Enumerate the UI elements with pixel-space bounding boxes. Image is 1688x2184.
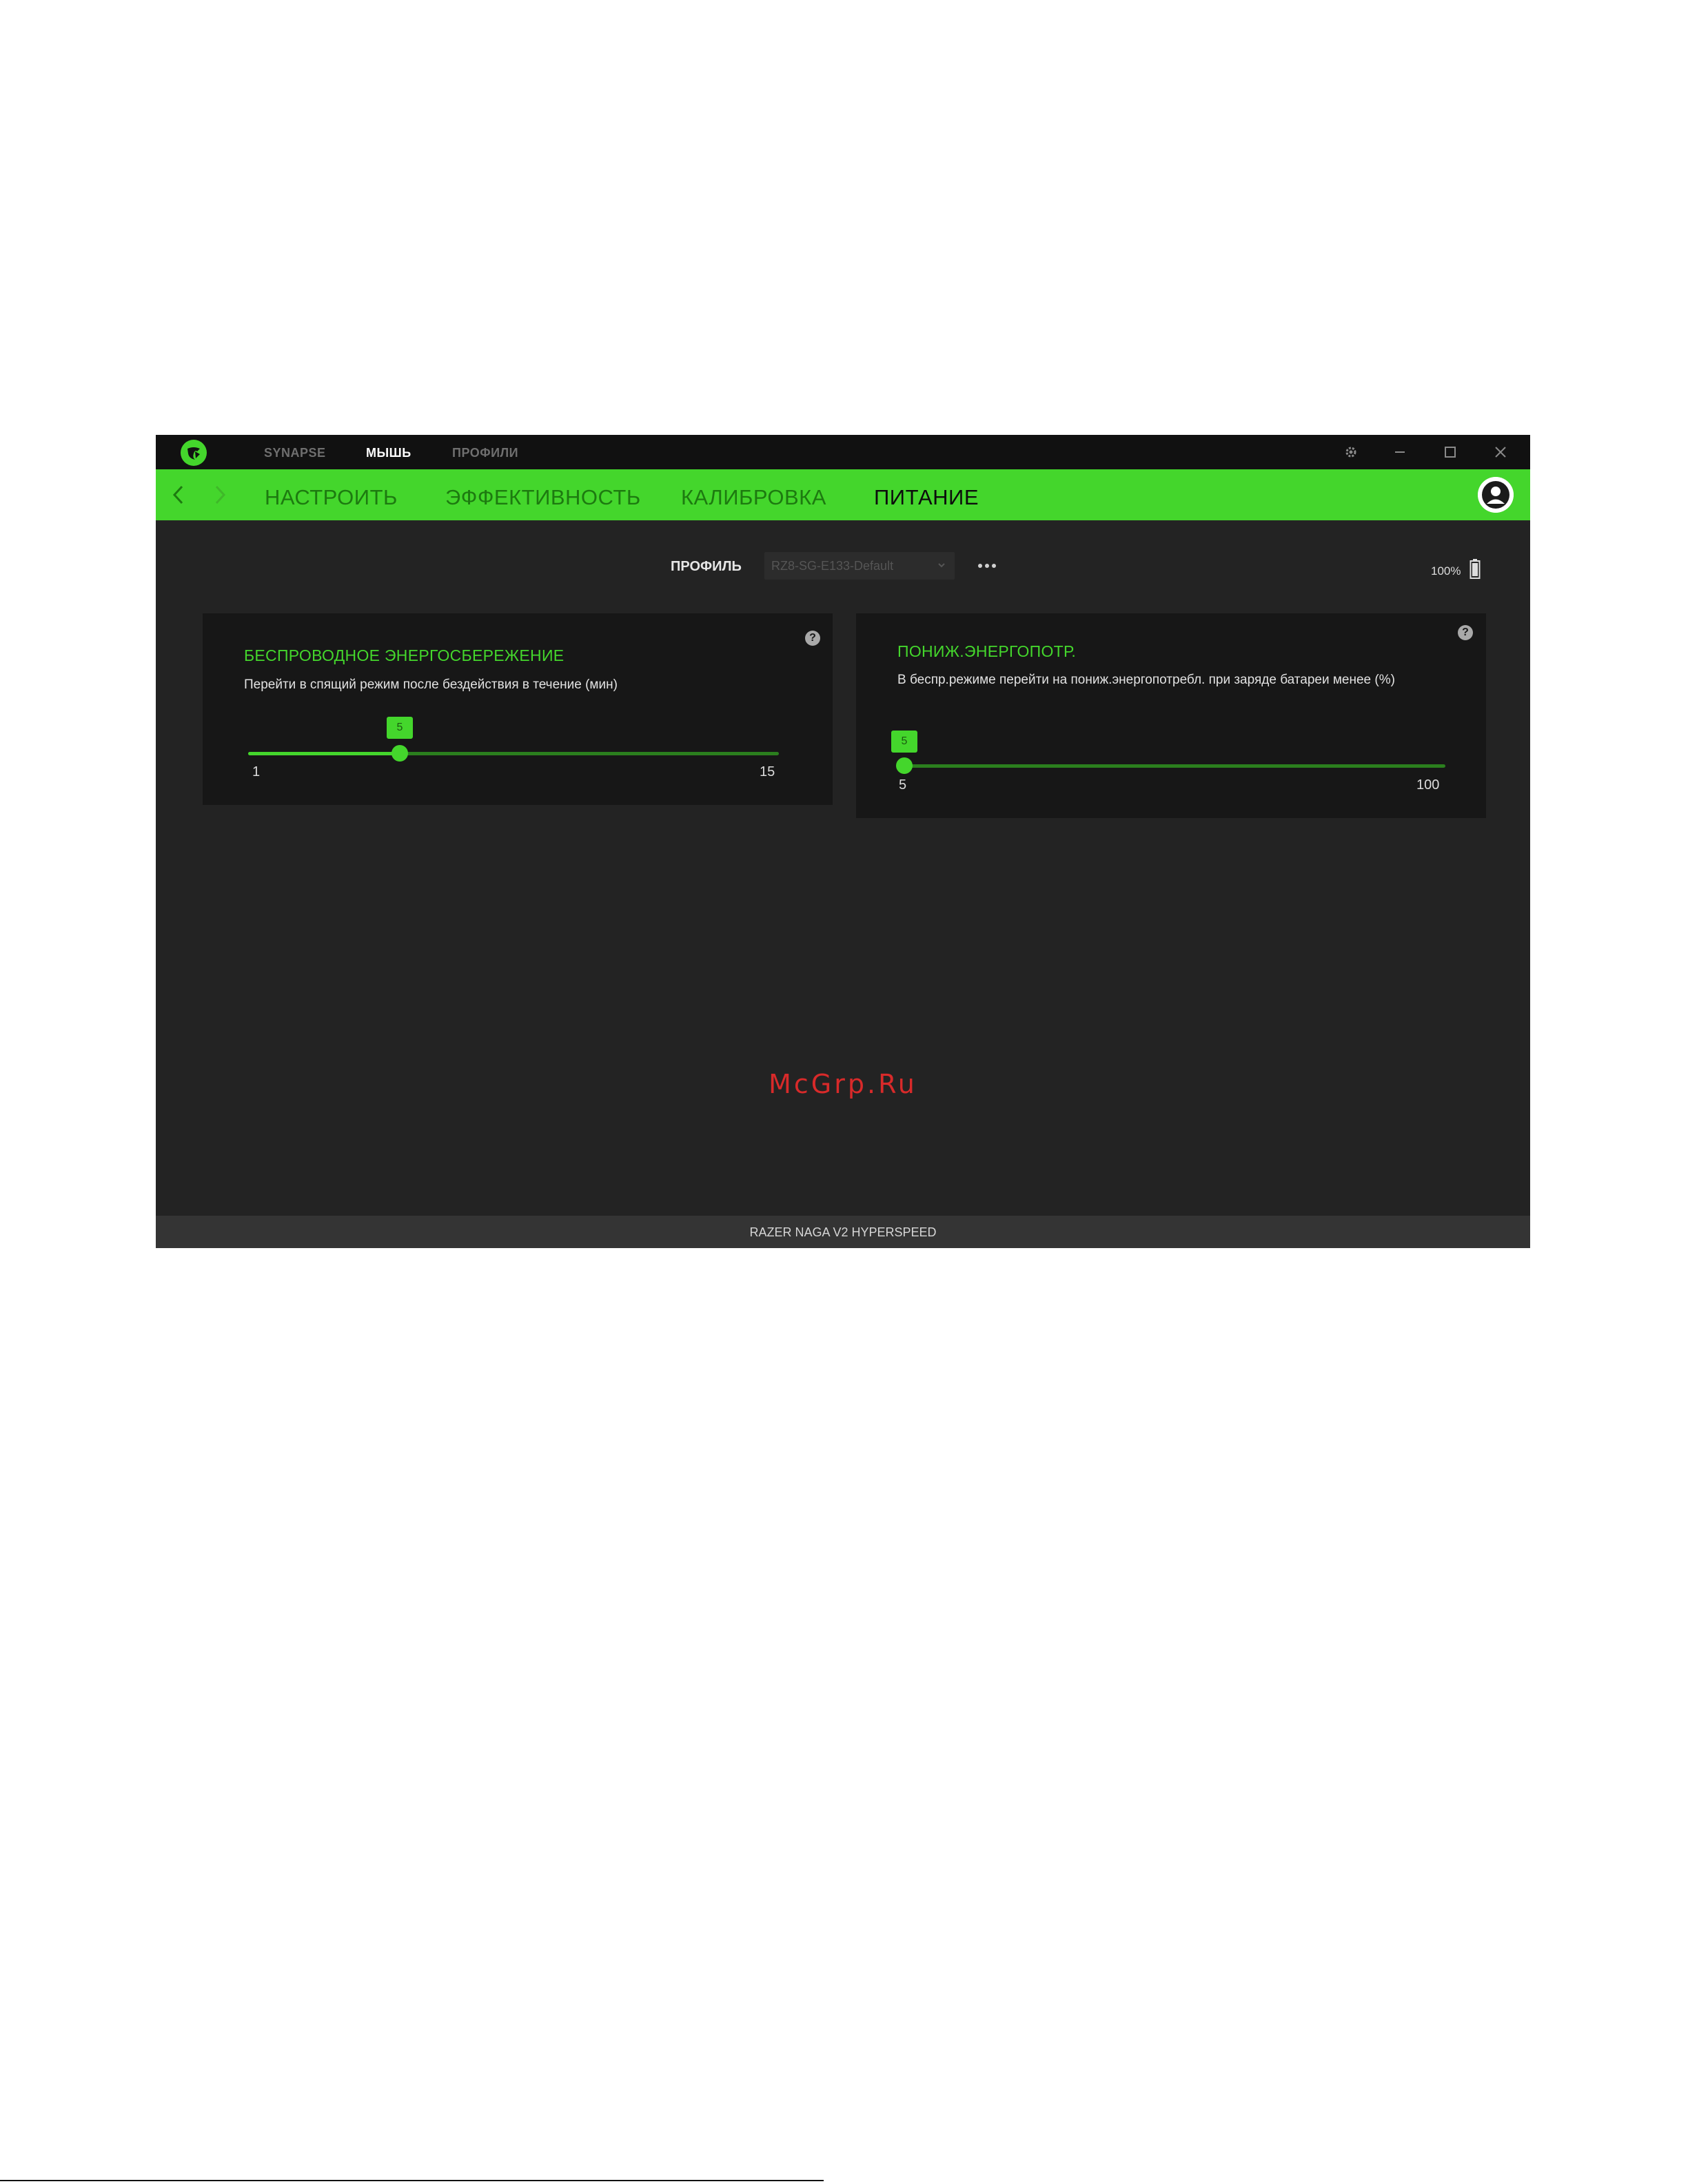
tab-performance[interactable]: ЭФФЕКТИВНОСТЬ bbox=[445, 485, 641, 510]
sleep-timer-slider[interactable] bbox=[248, 752, 779, 755]
tab-synapse[interactable]: SYNAPSE bbox=[264, 446, 326, 460]
help-icon[interactable]: ? bbox=[1458, 625, 1473, 640]
tab-customize[interactable]: НАСТРОИТЬ bbox=[265, 485, 398, 510]
low-power-mode-card: ПОНИЖ.ЭНЕРГОПОТР. ? В беспр.режиме перей… bbox=[856, 613, 1486, 818]
device-status-bar: RAZER NAGA V2 HYPERSPEED bbox=[156, 1216, 1530, 1248]
profile-dropdown[interactable]: RZ8-SG-E133-Default bbox=[764, 552, 955, 580]
device-name: RAZER NAGA V2 HYPERSPEED bbox=[749, 1225, 937, 1239]
watermark-text: McGrp.Ru bbox=[769, 1069, 917, 1099]
back-arrow-icon[interactable] bbox=[168, 483, 189, 507]
tab-mouse[interactable]: МЫШЬ bbox=[366, 446, 411, 460]
wireless-power-saving-card: БЕСПРОВОДНОЕ ЭНЕРГОСБЕРЕЖЕНИЕ ? Перейти … bbox=[203, 613, 833, 805]
settings-gear-icon[interactable] bbox=[1340, 442, 1362, 462]
chevron-down-icon bbox=[937, 560, 946, 573]
maximize-icon[interactable] bbox=[1439, 442, 1461, 462]
battery-threshold-slider[interactable] bbox=[904, 764, 1445, 768]
title-bar: SYNAPSE МЫШЬ ПРОФИЛИ bbox=[156, 435, 1530, 469]
tab-power[interactable]: ПИТАНИЕ bbox=[874, 485, 979, 510]
slider-value-badge: 5 bbox=[387, 717, 413, 739]
battery-level-text: 100% bbox=[1431, 564, 1461, 578]
minimize-icon[interactable] bbox=[1389, 442, 1411, 462]
user-avatar-icon[interactable] bbox=[1478, 477, 1514, 513]
battery-icon bbox=[1470, 559, 1481, 583]
razer-logo-icon[interactable] bbox=[181, 440, 207, 466]
card-description: В беспр.режиме перейти на пониж.энергопо… bbox=[897, 673, 1395, 687]
profile-dropdown-value: RZ8-SG-E133-Default bbox=[771, 559, 894, 573]
card-description: Перейти в спящий режим после бездействия… bbox=[244, 677, 618, 692]
synapse-window: SYNAPSE МЫШЬ ПРОФИЛИ НАСТРОИТЬ ЭФФЕКТИВН… bbox=[156, 435, 1530, 1248]
profile-label: ПРОФИЛЬ bbox=[671, 559, 742, 574]
close-icon[interactable] bbox=[1489, 442, 1512, 462]
slider-thumb[interactable] bbox=[392, 745, 408, 762]
forward-arrow-icon[interactable] bbox=[210, 483, 230, 507]
card-title: БЕСПРОВОДНОЕ ЭНЕРГОСБЕРЕЖЕНИЕ bbox=[244, 646, 565, 664]
slider-min-label: 5 bbox=[899, 777, 907, 793]
page-divider bbox=[0, 2180, 824, 2181]
slider-fill bbox=[248, 752, 400, 755]
slider-value-badge: 5 bbox=[891, 731, 917, 753]
section-nav-bar: НАСТРОИТЬ ЭФФЕКТИВНОСТЬ КАЛИБРОВКА ПИТАН… bbox=[156, 469, 1530, 520]
slider-thumb[interactable] bbox=[896, 757, 913, 774]
card-title: ПОНИЖ.ЭНЕРГОПОТР. bbox=[897, 642, 1077, 660]
tab-profiles[interactable]: ПРОФИЛИ bbox=[452, 446, 518, 460]
help-icon[interactable]: ? bbox=[805, 631, 820, 646]
slider-max-label: 100 bbox=[1416, 777, 1440, 793]
slider-min-label: 1 bbox=[252, 764, 261, 779]
profile-more-options-button[interactable] bbox=[975, 558, 999, 574]
tab-calibration[interactable]: КАЛИБРОВКА bbox=[681, 485, 826, 510]
slider-max-label: 15 bbox=[760, 764, 775, 779]
